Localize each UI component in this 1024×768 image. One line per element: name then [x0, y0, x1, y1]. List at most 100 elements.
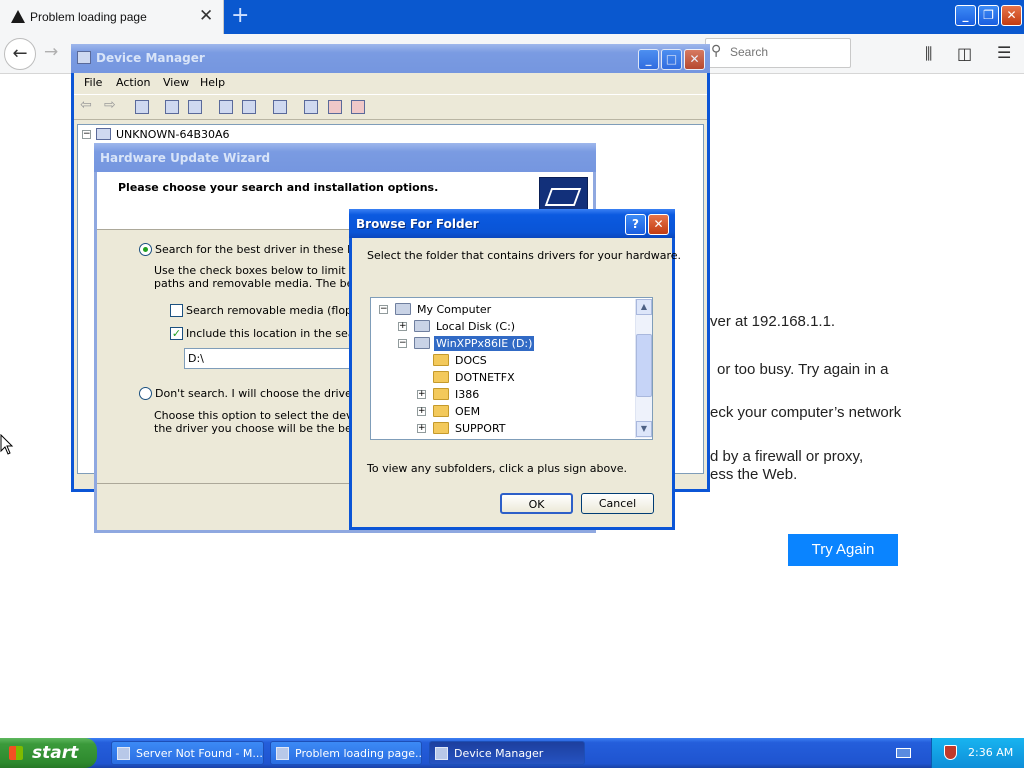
dialog-title: Browse For Folder [356, 217, 479, 231]
folder-icon [433, 422, 449, 434]
collapse-icon[interactable]: − [398, 339, 407, 348]
computer-icon [435, 747, 448, 760]
back-icon[interactable]: ⇦ [80, 97, 92, 113]
computer-icon [395, 303, 411, 315]
error-text-line: d by a firewall or proxy, [710, 448, 864, 465]
help-icon[interactable] [219, 100, 233, 114]
menu-action[interactable]: Action [116, 76, 150, 89]
update-driver-icon[interactable] [304, 100, 318, 114]
forward-arrow-icon[interactable]: → [44, 42, 58, 62]
start-button[interactable]: start [0, 738, 97, 768]
vertical-scrollbar[interactable]: ▲ ▼ [635, 299, 652, 438]
search-box[interactable]: ⚲ [705, 38, 851, 68]
tree-item[interactable]: My Computer [415, 302, 493, 317]
close-button[interactable]: ✕ [648, 214, 669, 235]
folder-icon [433, 371, 449, 383]
firefox-icon [117, 747, 130, 760]
uninstall-icon[interactable] [328, 100, 342, 114]
tree-item[interactable]: DOCS [453, 353, 489, 368]
drive-icon [414, 320, 430, 332]
device-manager-titlebar[interactable]: Device Manager [71, 44, 710, 73]
folder-icon [433, 405, 449, 417]
help-button[interactable]: ? [625, 214, 646, 235]
browser-minimize-button[interactable]: _ [955, 5, 976, 26]
back-arrow-icon[interactable]: ← [4, 38, 36, 70]
browse-instruction: Select the folder that contains drivers … [367, 249, 682, 262]
browser-restore-button[interactable]: ❐ [978, 5, 999, 26]
collapse-icon[interactable]: − [82, 130, 91, 139]
error-text-line: ess the Web. [710, 466, 798, 483]
tree-item[interactable]: WinXPPx86IE (D:) [434, 336, 535, 351]
forward-icon[interactable]: ⇨ [104, 97, 116, 113]
menu-help[interactable]: Help [200, 76, 225, 89]
maximize-button[interactable]: □ [661, 49, 682, 70]
keyboard-icon[interactable] [896, 748, 911, 758]
minimize-button[interactable]: _ [638, 49, 659, 70]
close-button[interactable]: ✕ [684, 49, 705, 70]
scroll-thumb[interactable] [636, 334, 652, 397]
expand-icon[interactable]: + [398, 322, 407, 331]
tab-problem-loading[interactable]: Problem loading page ✕ [0, 0, 224, 34]
computer-icon [96, 128, 111, 140]
folder-tree[interactable]: − My Computer + Local Disk (C:) − WinXPPx86IE… [370, 297, 653, 440]
close-tab-icon[interactable]: ✕ [199, 6, 213, 26]
expand-icon[interactable]: + [417, 407, 426, 416]
include-location-label: Include this location in the search: [186, 327, 376, 340]
view-icon[interactable] [242, 100, 256, 114]
expand-icon[interactable]: + [417, 390, 426, 399]
library-icon[interactable]: ⫼ [925, 44, 932, 64]
location-combo[interactable]: D:\ [184, 348, 354, 369]
computer-icon [77, 51, 91, 64]
toolbar: ⇦ ⇨ [74, 94, 707, 120]
window-title: Hardware Update Wizard [100, 151, 271, 165]
scroll-down-arrow[interactable]: ▼ [636, 421, 652, 437]
cancel-button[interactable]: Cancel [581, 493, 654, 514]
disable-icon[interactable] [351, 100, 365, 114]
collapse-icon[interactable]: − [379, 305, 388, 314]
start-label: start [32, 743, 79, 763]
tree-item[interactable]: DOTNETFX [453, 370, 517, 385]
properties-icon[interactable] [165, 100, 179, 114]
tree-item[interactable]: Local Disk (C:) [434, 319, 517, 334]
subfolder-hint: To view any subfolders, click a plus sig… [367, 462, 627, 475]
security-shield-icon[interactable] [944, 745, 957, 760]
include-location-checkbox[interactable]: ✓ [170, 327, 183, 340]
taskbar-item-device-manager[interactable]: Device Manager [429, 741, 585, 765]
menu-bar: File Action View Help [74, 73, 707, 93]
search-input[interactable] [730, 45, 845, 59]
tree-root-computer[interactable]: UNKNOWN-64B30A6 [116, 128, 230, 141]
folder-icon [433, 354, 449, 366]
print-icon[interactable] [188, 100, 202, 114]
folder-icon [433, 388, 449, 400]
browser-close-button[interactable]: ✕ [1001, 5, 1022, 26]
menu-file[interactable]: File [84, 76, 102, 89]
sidebar-icon[interactable]: ◫ [957, 44, 972, 63]
scroll-up-arrow[interactable]: ▲ [636, 299, 652, 315]
show-hide-tree-icon[interactable] [135, 100, 149, 114]
search-icon: ⚲ [711, 43, 722, 59]
tree-item[interactable]: I386 [453, 387, 481, 402]
tree-item[interactable]: OEM [453, 404, 482, 419]
error-text-line: or too busy. Try again in a [717, 361, 889, 378]
menu-view[interactable]: View [163, 76, 189, 89]
scan-hardware-icon[interactable] [273, 100, 287, 114]
menu-icon[interactable]: ☰ [997, 43, 1011, 62]
taskbar-item-server-not-found[interactable]: Server Not Found - M... [111, 741, 264, 765]
removable-media-checkbox[interactable] [170, 304, 183, 317]
expand-icon[interactable]: + [417, 424, 426, 433]
search-radio[interactable] [139, 243, 152, 256]
clock[interactable]: 2:36 AM [968, 746, 1013, 759]
try-again-button[interactable]: Try Again [788, 534, 898, 566]
wizard-titlebar[interactable]: Hardware Update Wizard [94, 143, 596, 172]
dont-search-radio[interactable] [139, 387, 152, 400]
taskbar-item-problem-loading[interactable]: Problem loading page... [270, 741, 422, 765]
wizard-heading: Please choose your search and installati… [118, 181, 439, 194]
warning-icon [11, 10, 25, 23]
ok-button[interactable]: OK [500, 493, 573, 514]
drive-icon [414, 337, 430, 349]
error-text-line: eck your computer’s network [710, 404, 902, 421]
error-text-line: ver at 192.168.1.1. [710, 313, 836, 330]
system-tray: 2:36 AM [931, 738, 1024, 768]
tree-item[interactable]: SUPPORT [453, 421, 508, 436]
new-tab-icon[interactable]: + [231, 3, 249, 28]
